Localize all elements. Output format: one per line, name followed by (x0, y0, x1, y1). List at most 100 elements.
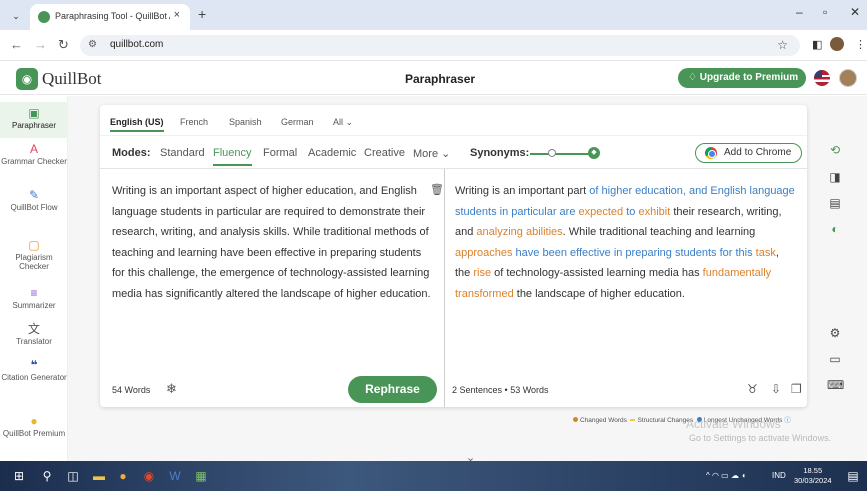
feedback-chat-icon[interactable]: ▭ (827, 352, 843, 366)
word-icon[interactable]: W (168, 469, 182, 483)
side-panel-icon[interactable]: ◧ (812, 38, 822, 51)
browser-profile-icon[interactable] (830, 37, 844, 51)
add-to-chrome-label: Add to Chrome (724, 147, 792, 158)
sidebar-item-label: Translator (16, 337, 52, 346)
mode-formal[interactable]: Formal (263, 147, 297, 159)
freeze-words-icon[interactable]: ❄ (166, 381, 177, 397)
trash-icon[interactable]: 🗑 (430, 183, 444, 196)
output-segment: have been effective in preparing student… (512, 246, 756, 259)
reload-icon[interactable]: ↻ (58, 37, 69, 53)
tab-spanish[interactable]: Spanish (229, 117, 262, 127)
new-tab-button[interactable]: + (198, 6, 206, 22)
minimize-icon[interactable]: – (796, 5, 803, 19)
tab-french[interactable]: French (180, 117, 208, 127)
tone-icon[interactable]: ◐ (827, 222, 843, 236)
feedback-icon[interactable]: ♉ (747, 382, 758, 396)
info-icon[interactable]: ⓘ (784, 417, 791, 424)
close-window-icon[interactable]: ✕ (850, 5, 860, 19)
system-tray-icons[interactable]: ^ ◠ ▭ ☁ ◖ (706, 471, 746, 480)
synonyms-label: Synonyms: (470, 147, 530, 159)
add-to-chrome-button[interactable]: Add to Chrome (695, 143, 802, 163)
output-segment[interactable]: analyzing abilities (476, 226, 562, 238)
output-segment[interactable]: exhibit (638, 206, 670, 218)
sidebar-item-label: QuillBot Premium (2, 429, 66, 438)
sidebar-item-plagiarism-checker[interactable]: ▢ Plagiarism Checker (0, 238, 68, 271)
brand-name[interactable]: QuillBot (42, 69, 102, 89)
statistics-icon[interactable]: ▤ (827, 196, 843, 210)
tab-search-icon[interactable]: ⌄ (8, 8, 24, 24)
compare-modes-icon[interactable]: ⟲ (827, 143, 843, 157)
mode-fluency[interactable]: Fluency (213, 147, 252, 166)
browser-tab[interactable]: Paraphrasing Tool - QuillBot AI × (30, 4, 190, 30)
activate-windows-title: Activate Windows (686, 417, 781, 431)
restore-icon[interactable]: ▫ (823, 5, 827, 19)
rephrase-button[interactable]: Rephrase (348, 376, 437, 403)
mode-academic[interactable]: Academic (308, 147, 356, 159)
url-input[interactable]: ⚙ quillbot.com ☆ (80, 35, 800, 56)
sidebar-item-grammar-checker[interactable]: A Grammar Checker (0, 142, 68, 166)
mode-standard[interactable]: Standard (160, 147, 205, 159)
paraphrase-history-icon[interactable]: ◨ (827, 170, 843, 184)
paraphraser-card: English (US) French Spanish German All ⌄… (100, 105, 807, 407)
us-flag-icon[interactable] (814, 70, 830, 86)
sidebar-item-translator[interactable]: 文 Translator (0, 322, 68, 346)
mode-creative[interactable]: Creative (364, 147, 405, 159)
synonyms-slider-stop[interactable] (548, 149, 556, 157)
tab-english-us[interactable]: English (US) (110, 117, 164, 132)
upgrade-premium-label: Upgrade to Premium (699, 72, 799, 83)
task-view-icon[interactable]: ◫ (66, 469, 80, 483)
forward-icon[interactable]: → (34, 37, 47, 52)
clock[interactable]: 18.55 30/03/2024 (794, 466, 832, 486)
synonyms-slider-track[interactable] (530, 153, 594, 155)
citation-icon: ❝ (30, 358, 38, 372)
legend-changed: Changed Words (580, 417, 627, 424)
notifications-icon[interactable]: ▤ (846, 469, 860, 483)
mode-more[interactable]: More ⌄ (413, 147, 450, 160)
sidebar-item-citation-generator[interactable]: ❝ Citation Generator (0, 358, 68, 382)
sidebar-item-quillbot-flow[interactable]: ✎ QuillBot Flow (0, 188, 68, 212)
keyboard-icon[interactable]: ⌨ (827, 378, 844, 392)
output-segment[interactable]: approaches (455, 247, 513, 259)
input-language[interactable]: IND (772, 471, 786, 480)
chrome-taskbar-icon[interactable]: ◉ (142, 469, 156, 483)
app-icon[interactable]: ● (116, 469, 130, 483)
input-text-area[interactable]: Writing is an important aspect of higher… (100, 169, 444, 374)
translator-icon: 文 (27, 322, 40, 336)
quillbot-logo-icon[interactable]: ◉ (16, 68, 38, 90)
sidebar-item-label: Summarizer (12, 301, 56, 310)
language-tabs: English (US) French Spanish German All ⌄ (100, 105, 807, 135)
tab-german[interactable]: German (281, 117, 314, 127)
site-info-icon[interactable]: ⚙ (88, 39, 97, 50)
url-text: quillbot.com (110, 39, 164, 50)
download-icon[interactable]: ⇩ (771, 382, 781, 396)
avatar[interactable] (839, 69, 857, 87)
back-icon[interactable]: ← (10, 37, 23, 52)
structural-changes-dot (630, 418, 636, 421)
browser-tab-strip: ⌄ Paraphrasing Tool - QuillBot AI × + – … (0, 0, 867, 30)
sidebar-item-quillbot-premium[interactable]: ● QuillBot Premium (0, 414, 68, 438)
output-segment: the landscape of higher education. (513, 287, 685, 300)
file-explorer-icon[interactable]: ▬ (92, 469, 106, 483)
copy-icon[interactable]: ❐ (791, 382, 802, 396)
output-segment[interactable]: task (756, 247, 776, 259)
search-icon[interactable]: ⚲ (40, 469, 54, 483)
sidebar-item-paraphraser[interactable]: ▣ Paraphraser (0, 102, 68, 138)
word-count: 54 Words (112, 385, 151, 395)
settings-icon[interactable]: ⚙ (827, 326, 843, 340)
output-stats: 2 Sentences • 53 Words (452, 385, 549, 395)
output-text-area[interactable]: Writing is an important part of higher e… (445, 169, 807, 374)
output-segment: . While traditional teaching and learnin… (562, 226, 756, 238)
browser-menu-icon[interactable]: ⋮ (855, 38, 866, 51)
bookmark-star-icon[interactable]: ☆ (777, 38, 788, 52)
windows-start-icon[interactable]: ⊞ (12, 469, 26, 483)
upgrade-premium-button[interactable]: ♢ Upgrade to Premium (678, 68, 806, 88)
tab-all-languages[interactable]: All ⌄ (333, 117, 353, 128)
plagiarism-icon: ▢ (28, 238, 40, 252)
output-segment[interactable]: expected (579, 206, 624, 218)
photos-icon[interactable]: ▦ (194, 469, 208, 483)
sidebar-item-summarizer[interactable]: ≡ Summarizer (0, 286, 68, 310)
quillbot-favicon-icon (38, 11, 50, 23)
output-segment[interactable]: rise (473, 267, 491, 279)
synonyms-slider-thumb[interactable]: ◆ (588, 147, 600, 159)
tab-close-icon[interactable]: × (174, 9, 180, 21)
